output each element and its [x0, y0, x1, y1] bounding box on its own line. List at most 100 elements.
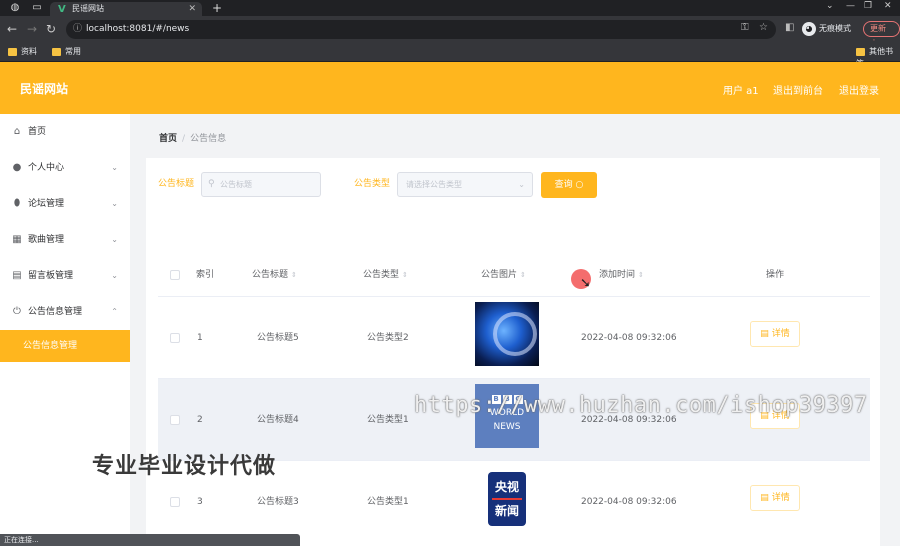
detail-label: 详情 [771, 329, 790, 339]
new-tab-icon[interactable]: + [212, 1, 222, 15]
image-text: NEWS [493, 422, 521, 432]
chevron-down-icon[interactable]: ⌄ [826, 1, 834, 11]
url-input[interactable]: ⓘ localhost:8081/#/news [66, 20, 776, 39]
column-header-index: 索引 [196, 270, 215, 280]
address-bar: ← → ↻ ⓘ localhost:8081/#/news ⚿ ☆ ◧ ◕ 无痕模… [0, 16, 900, 47]
select-all-checkbox[interactable] [170, 270, 180, 280]
column-header-type[interactable]: 公告类型 ⇕ [363, 254, 408, 296]
column-header-time[interactable]: 添加时间 ⇕ [599, 254, 644, 296]
reload-icon[interactable]: ↻ [46, 22, 56, 36]
sidebar-item-messages[interactable]: ▤ 留言板管理 ⌄ [0, 258, 130, 294]
detail-button[interactable]: ▤ 详情 [750, 485, 800, 511]
sidebar-item-label: 公告信息管理 [28, 307, 83, 317]
tab-close-icon[interactable]: ✕ [188, 2, 196, 16]
site-info-icon[interactable]: ⓘ [73, 20, 82, 39]
sidepanel-icon[interactable]: ◧ [785, 22, 794, 33]
mouse-cursor-icon: ➘ [580, 276, 591, 291]
watermark-url: https://www.huzhan.com/ishop39397 [414, 393, 868, 418]
row-type: 公告类型1 [367, 497, 409, 507]
chevron-down-icon: ⌄ [111, 235, 118, 244]
column-header-label: 公告类型 [363, 270, 400, 280]
watermark-text: 专业毕业设计代做 [92, 454, 277, 479]
bookmark-folder[interactable]: 资料 [8, 46, 37, 58]
chevron-down-icon: ⌄ [111, 163, 118, 172]
site-title: 民谣网站 [20, 82, 69, 96]
window-close-icon[interactable]: ✕ [884, 1, 892, 11]
folder-icon [8, 47, 17, 56]
browser-status-bar: 正在连接... [0, 534, 300, 546]
image-text: 新闻 [494, 504, 519, 518]
bookmark-label: 常用 [65, 47, 81, 56]
row-time: 2022-04-08 09:32:06 [581, 333, 677, 343]
type-filter-label: 公告类型 [354, 179, 391, 189]
row-checkbox[interactable] [170, 333, 180, 343]
chevron-down-icon: ⌄ [111, 271, 118, 280]
row-image[interactable]: 央视 新闻 [475, 466, 539, 530]
type-select-placeholder: 请选择公告类型 [406, 180, 462, 189]
restore-icon[interactable]: ❐ [864, 1, 872, 11]
browser-tab[interactable]: V 民谣网站 ✕ [50, 2, 202, 16]
column-header-label: 公告标题 [252, 270, 289, 280]
sort-icon: ⇕ [520, 271, 526, 279]
type-select[interactable]: 请选择公告类型 ⌄ [397, 172, 533, 197]
row-type: 公告类型2 [367, 333, 409, 343]
grid-icon: ▦ [12, 234, 22, 245]
title-search-input[interactable]: ⚲ 公告标题 [201, 172, 321, 197]
row-checkbox[interactable] [170, 415, 180, 425]
sidebar-item-notices[interactable]: ⏻ 公告信息管理 ⌃ [0, 294, 130, 330]
sidebar-item-songs[interactable]: ▦ 歌曲管理 ⌄ [0, 222, 130, 258]
breadcrumb-home[interactable]: 首页 [159, 134, 177, 144]
update-button[interactable]: 更新 ⋮ [863, 21, 900, 47]
search-icon: ○ [575, 180, 584, 190]
power-icon: ⏻ [13, 306, 21, 317]
chevron-up-icon: ⌃ [111, 307, 118, 316]
url-text: localhost:8081/#/news [86, 24, 190, 34]
row-time: 2022-04-08 09:32:06 [581, 497, 677, 507]
search-icon: ⚲ [208, 179, 215, 189]
column-header-image[interactable]: 公告图片 ⇕ [481, 254, 526, 296]
folder-icon [856, 47, 865, 56]
sidebar-item-forum[interactable]: ⬮ 论坛管理 ⌄ [0, 186, 130, 222]
bookmark-folder[interactable]: 常用 [52, 46, 81, 58]
key-icon[interactable]: ⚿ [741, 22, 749, 33]
query-button[interactable]: 查询 ○ [541, 172, 597, 198]
table-row: 1 公告标题5 公告类型2 2022-04-08 09:32:06 ▤ 详情 [158, 296, 870, 378]
forward-icon[interactable]: → [27, 22, 37, 36]
user-icon: ● [12, 162, 22, 173]
document-icon: ▤ [760, 493, 769, 503]
back-icon[interactable]: ← [7, 22, 17, 36]
main-content: 首页 / 公告信息 公告标题 ⚲ 公告标题 公告类型 请选择公告类型 ⌄ 查询 ○ … [130, 114, 900, 546]
minimize-icon[interactable]: — [846, 1, 855, 11]
tab-title: 民谣网站 [72, 4, 104, 13]
browser-globe-icon[interactable]: ◍ [8, 2, 22, 14]
sidebar-item-personal[interactable]: ● 个人中心 ⌄ [0, 150, 130, 186]
sidebar-item-label: 留言板管理 [28, 271, 74, 281]
row-image[interactable] [475, 302, 539, 366]
globe-graphic [493, 312, 537, 356]
row-title: 公告标题5 [257, 333, 299, 343]
breadcrumb: 首页 / 公告信息 [159, 131, 226, 144]
tab-overview-icon[interactable]: ▭ [30, 2, 44, 14]
chevron-down-icon: ⌄ [518, 180, 525, 189]
query-label: 查询 [554, 180, 573, 190]
cctv-news-logo: 央视 新闻 [488, 472, 526, 526]
sidebar-item-home[interactable]: ⌂ 首页 [0, 114, 130, 150]
app-header: 民谣网站 用户 a1 退出到前台 退出登录 [0, 62, 900, 114]
sidebar-item-label: 论坛管理 [28, 199, 65, 209]
bookmark-label: 资料 [21, 47, 37, 56]
vue-logo-icon: V [58, 4, 66, 15]
breadcrumb-separator: / [182, 134, 186, 144]
detail-label: 详情 [771, 493, 790, 503]
column-header-title[interactable]: 公告标题 ⇕ [252, 254, 297, 296]
incognito-icon: ◕ [802, 21, 816, 36]
document-icon: ▤ [760, 329, 769, 339]
logout-link[interactable]: 退出登录 [839, 82, 879, 97]
title-filter-label: 公告标题 [158, 179, 195, 189]
detail-button[interactable]: ▤ 详情 [750, 321, 800, 347]
image-text: 央视 [494, 480, 519, 494]
incognito-indicator[interactable]: ◕ 无痕模式 [802, 21, 851, 37]
back-to-front-link[interactable]: 退出到前台 [773, 82, 823, 97]
row-checkbox[interactable] [170, 497, 180, 507]
sidebar-subitem-notices[interactable]: 公告信息管理 [0, 330, 130, 362]
star-icon[interactable]: ☆ [759, 22, 768, 33]
